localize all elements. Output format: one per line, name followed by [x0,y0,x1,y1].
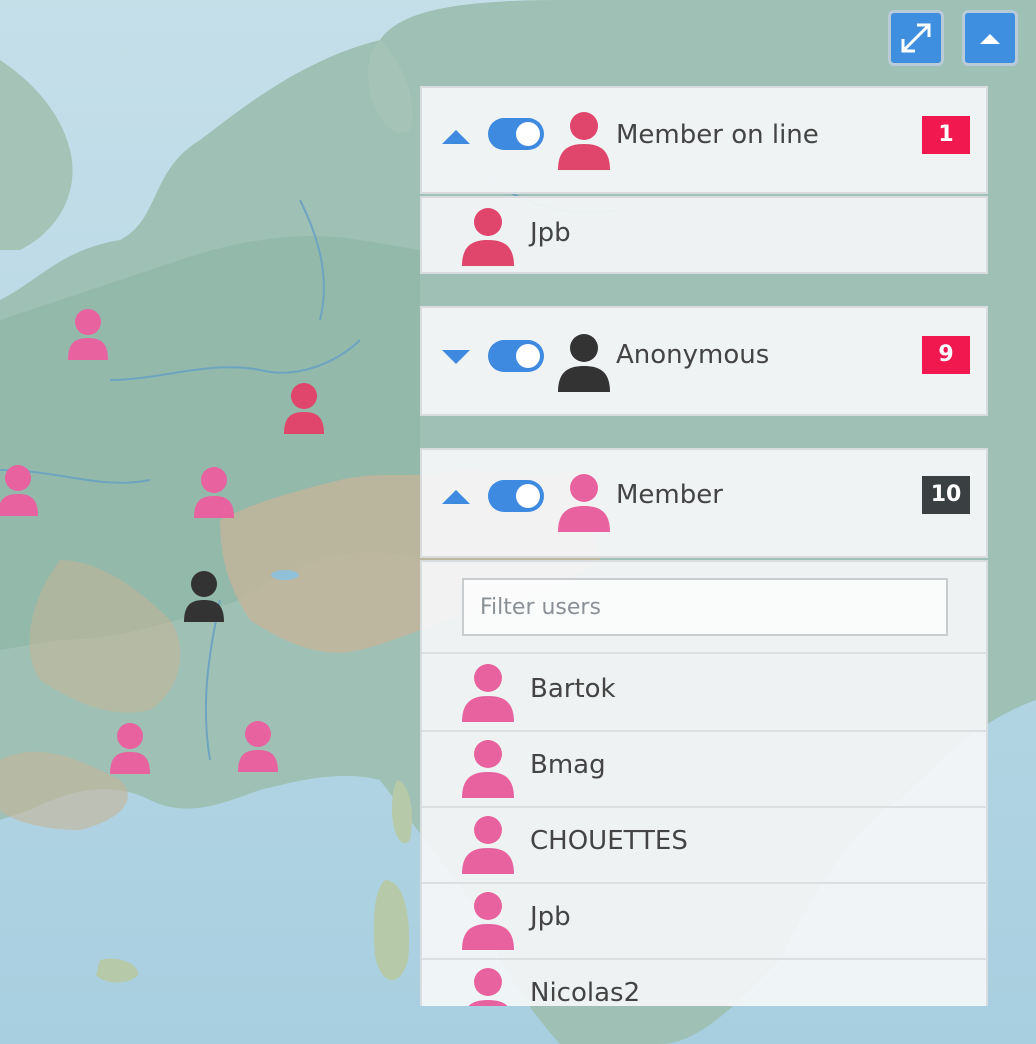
user-name: Jpb [530,902,571,932]
user-icon [462,664,514,722]
group-count-badge: 1 [922,116,970,154]
user-row[interactable]: Jpb [422,882,988,960]
fullscreen-button[interactable] [888,10,944,66]
group-count-badge: 10 [922,476,970,514]
user-marker-icon [184,571,224,622]
user-icon [468,968,508,1006]
user-name: Nicolas2 [530,978,641,1006]
user-icon [558,334,610,392]
user-name: Bmag [530,750,606,780]
map-member-marker[interactable] [64,306,112,364]
map-member-marker[interactable] [106,720,154,778]
user-icon [462,740,514,798]
group-label: Member [616,480,723,510]
user-icon [558,474,610,532]
map-member-marker[interactable] [190,464,238,522]
user-icon [462,208,514,266]
user-marker-icon [68,309,108,360]
user-name: CHOUETTES [530,826,688,856]
user-list-member: Bartok Bmag CHOUETTES Jpb Nicolas2 [420,560,988,1006]
caret-up-icon[interactable] [440,126,472,148]
user-list-member-online: Jpb [420,196,988,274]
user-marker-icon [0,465,38,516]
caret-up-icon [980,34,1000,44]
user-name: Bartok [530,674,616,704]
user-marker-icon [238,721,278,772]
user-name: Jpb [530,218,571,248]
user-icon [462,816,514,874]
user-row[interactable]: Bmag [422,730,988,808]
group-visibility-toggle[interactable] [488,118,544,150]
group-visibility-toggle[interactable] [488,480,544,512]
users-panel: Member on line 1 Jpb Anonymous 9 Member … [420,86,990,1006]
map-member-marker[interactable] [234,718,282,776]
user-row[interactable]: Nicolas2 [422,958,988,1006]
collapse-panel-button[interactable] [962,10,1018,66]
map-member-marker[interactable] [0,462,42,520]
caret-up-icon[interactable] [440,486,472,508]
user-row[interactable]: CHOUETTES [422,806,988,884]
group-label: Member on line [616,120,819,150]
user-marker-icon [194,467,234,518]
map-anonymous-marker[interactable] [180,568,228,626]
caret-down-icon[interactable] [440,346,472,368]
group-label: Anonymous [616,340,770,370]
user-row[interactable]: Bartok [422,654,988,732]
map-member-online-marker[interactable] [280,380,328,438]
group-count-badge: 9 [922,336,970,374]
group-header-anonymous[interactable]: Anonymous 9 [420,306,988,416]
user-icon [558,112,610,170]
user-marker-icon [284,383,324,434]
group-header-member-online[interactable]: Member on line 1 [420,86,988,194]
user-row[interactable]: Jpb [422,198,988,274]
user-icon [462,892,514,950]
filter-users-input[interactable] [462,578,948,636]
user-marker-icon [110,723,150,774]
group-header-member[interactable]: Member 10 [420,448,988,558]
group-visibility-toggle[interactable] [488,340,544,372]
expand-arrows-icon [901,23,931,53]
